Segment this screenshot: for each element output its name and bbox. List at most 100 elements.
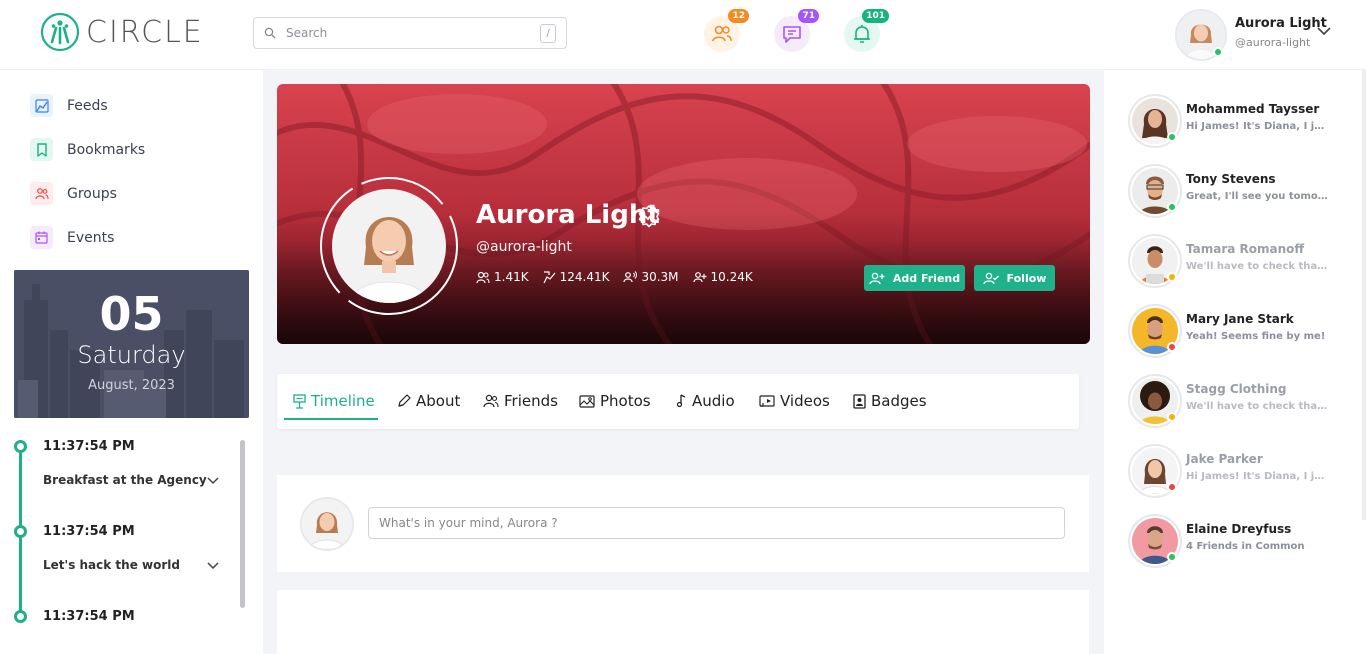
- stat-posts: 124.41K: [543, 270, 609, 284]
- feeds-icon: [30, 94, 53, 117]
- tab-label: Photos: [600, 392, 651, 410]
- profile-menu[interactable]: Aurora Light @aurora-light: [1175, 9, 1331, 61]
- contact-message: Hi James! It's Diana, I just sent you th…: [1186, 121, 1328, 132]
- search-box[interactable]: /: [253, 17, 567, 49]
- users-icon: [476, 271, 490, 283]
- active-tab-indicator: [284, 418, 378, 420]
- profile-handle: @aurora-light: [1235, 36, 1311, 49]
- date-weekday: Saturday: [77, 341, 186, 369]
- chevron-down-icon[interactable]: [207, 562, 219, 570]
- contact-item[interactable]: Jake Parker Hi James! It's Diana, I just…: [1128, 444, 1360, 500]
- post-input[interactable]: [368, 507, 1065, 539]
- event-title[interactable]: Let's hack the world: [43, 558, 180, 572]
- events-timeline: 11:37:54 PM Breakfast at the Agency 11:3…: [0, 430, 263, 654]
- stat-value: 1.41K: [494, 270, 529, 284]
- video-icon: [759, 395, 775, 407]
- follow-label: Follow: [1006, 271, 1047, 285]
- tab-audio[interactable]: Audio: [675, 390, 735, 412]
- tab-friends[interactable]: Friends: [483, 390, 558, 412]
- nav-label: Bookmarks: [67, 141, 146, 158]
- calendar-icon: [30, 226, 53, 249]
- stat-value: 10.24K: [710, 270, 753, 284]
- contact-item[interactable]: Mohammed Taysser Hi James! It's Diana, I…: [1128, 94, 1360, 150]
- notifications-badge: 101: [862, 9, 889, 23]
- chevron-down-icon[interactable]: [1317, 26, 1331, 36]
- logo-text: CIRCLE: [86, 14, 204, 50]
- contact-message: We'll have to check that at the office: [1186, 401, 1328, 412]
- status-dot: [1167, 412, 1177, 422]
- post-composer: [277, 475, 1089, 572]
- tab-badges[interactable]: Badges: [853, 390, 927, 412]
- timeline-dot: [14, 610, 27, 623]
- tab-photos[interactable]: Photos: [579, 390, 651, 412]
- event-time: 11:37:54 PM: [43, 439, 135, 454]
- avatar-image: [302, 499, 352, 549]
- timeline-icon: [293, 393, 306, 409]
- event-title[interactable]: Breakfast at the Agency: [43, 473, 207, 487]
- pen-icon: [398, 394, 411, 407]
- messages-button[interactable]: 71: [774, 9, 819, 52]
- nav-item-groups[interactable]: Groups: [30, 182, 117, 205]
- left-sidebar: Feeds Bookmarks Groups Events 05 Saturda…: [0, 70, 263, 654]
- contact-name: Mary Jane Stark: [1186, 312, 1294, 326]
- feed-post-card: [277, 590, 1089, 654]
- event-time: 11:37:54 PM: [43, 609, 135, 624]
- contact-message: 4 Friends in Common: [1186, 541, 1305, 552]
- online-status-dot: [1213, 47, 1223, 57]
- search-input[interactable]: [286, 26, 526, 40]
- contact-item[interactable]: Tamara Romanoff We'll have to check that…: [1128, 234, 1360, 290]
- profile-tabs: Timeline About Friends Photos Audio Vide…: [277, 374, 1079, 429]
- chevron-down-icon[interactable]: [207, 477, 219, 485]
- contact-message: Yeah! Seems fine by me!: [1186, 331, 1326, 342]
- friend-requests-button[interactable]: 12: [704, 9, 749, 52]
- nav-label: Groups: [67, 185, 117, 202]
- profile-cover: Aurora Light @aurora-light 1.41K 124.41K…: [277, 84, 1090, 344]
- profile-photo: [332, 189, 446, 303]
- contact-message: Hi James! It's Diana, I just sent you th…: [1186, 471, 1328, 482]
- profile-avatar[interactable]: [332, 189, 446, 303]
- stat-following: 10.24K: [692, 270, 753, 284]
- tab-label: About: [416, 392, 461, 410]
- event-time: 11:37:54 PM: [43, 524, 135, 539]
- tab-videos[interactable]: Videos: [759, 390, 830, 412]
- nav-item-bookmarks[interactable]: Bookmarks: [30, 138, 145, 161]
- verified-badge-icon: [638, 205, 660, 228]
- avatar[interactable]: [1175, 9, 1227, 61]
- status-dot: [1167, 482, 1177, 492]
- add-user-icon: [692, 272, 707, 283]
- contact-item[interactable]: Stagg Clothing We'll have to check that …: [1128, 374, 1360, 430]
- stat-views: 30.3M: [623, 270, 679, 284]
- nav-item-events[interactable]: Events: [30, 226, 114, 249]
- contact-item[interactable]: Elaine Dreyfuss 4 Friends in Common: [1128, 514, 1360, 570]
- tab-about[interactable]: About: [397, 390, 460, 412]
- contact-name: Jake Parker: [1186, 452, 1263, 466]
- badge-icon: [853, 393, 866, 409]
- profile-handle: @aurora-light: [476, 239, 572, 255]
- add-friend-button[interactable]: Add Friend: [864, 265, 965, 291]
- music-note-icon: [676, 394, 686, 408]
- sidebar-scrollbar[interactable]: [240, 440, 245, 608]
- contact-name: Tony Stevens: [1186, 172, 1276, 186]
- contact-name: Stagg Clothing: [1186, 382, 1287, 396]
- user-check-icon: [982, 272, 999, 284]
- timeline-dot: [14, 440, 27, 453]
- contact-message: Great, I'll see you tomorrow!.: [1186, 191, 1328, 202]
- stat-followers: 1.41K: [476, 270, 529, 284]
- contact-item[interactable]: Tony Stevens Great, I'll see you tomorro…: [1128, 164, 1360, 220]
- date-month-year: August, 2023: [88, 378, 175, 393]
- date-day: 05: [99, 287, 164, 341]
- nav-item-feeds[interactable]: Feeds: [30, 94, 108, 117]
- tab-label: Videos: [780, 392, 830, 410]
- logo[interactable]: CIRCLE: [40, 12, 204, 52]
- circle-logo-icon: [40, 12, 80, 52]
- tab-timeline[interactable]: Timeline: [293, 390, 375, 412]
- avatar: [300, 497, 354, 551]
- notifications-button[interactable]: 101: [844, 9, 889, 52]
- contact-item[interactable]: Mary Jane Stark Yeah! Seems fine by me!: [1128, 304, 1360, 360]
- follow-button[interactable]: Follow: [974, 265, 1055, 291]
- page-scrollbar[interactable]: [1362, 70, 1366, 520]
- users-icon: [712, 25, 732, 42]
- top-header: CIRCLE / 12 71 101 Aurora Light @aurora-…: [0, 0, 1366, 70]
- tab-label: Badges: [871, 392, 927, 410]
- messages-badge: 71: [798, 9, 819, 23]
